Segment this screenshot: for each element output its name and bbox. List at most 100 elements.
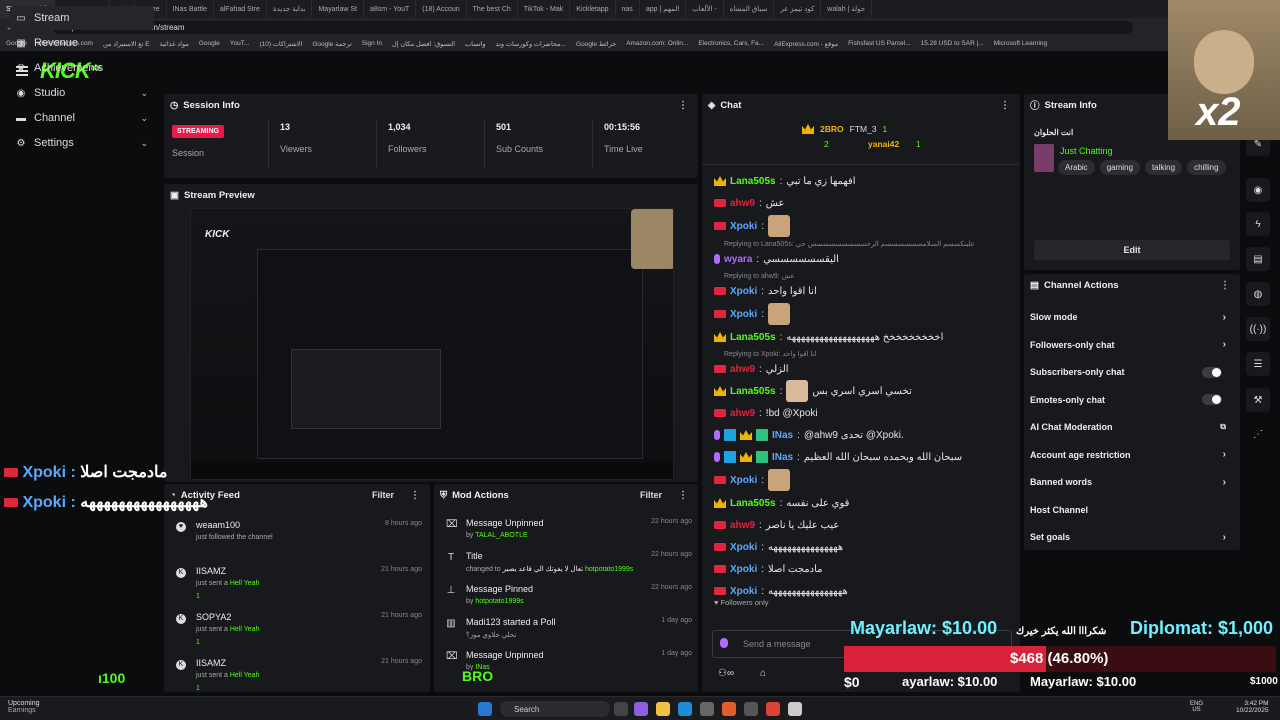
url-input[interactable]: https://dashboard.kick.com/stream [52,20,1133,34]
chat-message[interactable]: Lana505s: قوي على نفسه [714,494,849,512]
browser-tab[interactable]: a8sm - YouT [364,0,417,18]
chat-message[interactable]: ahw9: !bd @Xpoki [714,404,818,422]
chat-username[interactable]: Xpoki [730,586,757,597]
more-icon[interactable]: ⋮ [678,100,688,111]
stream-preview-video[interactable]: KICK [190,208,674,480]
chat-message[interactable]: ahw9: عش [714,194,785,212]
channel-action-emotes-only-chat[interactable]: Emotes-only chat [1030,393,1226,407]
bookmark[interactable]: Electronics, Cars, Fa... [698,40,764,47]
chat-username[interactable]: INas [772,452,793,463]
bookmark[interactable]: Google خرائط [576,40,616,48]
chat-username[interactable]: ahw9 [730,520,755,531]
browser-tab[interactable]: app | المهم [640,0,687,18]
camera-icon[interactable]: ◉ [1246,178,1270,202]
chat-username[interactable]: wyara [724,254,752,265]
broadcast-icon[interactable]: ((·)) [1246,317,1270,341]
sidebar-item-stream[interactable]: ▭ Stream [10,6,154,30]
stream-tag[interactable]: gaming [1099,160,1140,175]
browser-tab[interactable]: Mayarlaw St [312,0,364,18]
chat-message[interactable]: Lana505s: افهمها زي ما تبي [714,172,856,190]
browser-tab[interactable]: walah | جولة [821,0,873,18]
bookmark[interactable]: Fishsfast US Parcel... [848,40,911,47]
browser-tab[interactable]: (18) Accoun [416,0,467,18]
chevron-down-icon[interactable]: ⌄ [140,88,148,99]
wrench-icon[interactable]: ⚒ [1246,388,1270,412]
document-icon[interactable]: ▤ [1246,247,1270,271]
chat-message[interactable]: Xpoki: انا اقوا واحد [714,282,817,300]
browser-tab[interactable]: The best Ch [467,0,518,18]
chat-message[interactable]: Xpoki: [714,215,791,237]
app-icon[interactable] [744,702,758,716]
chat-username[interactable]: ahw9 [730,408,755,419]
sidebar-item-settings[interactable]: ⚙ Settings ⌄ [10,131,154,155]
chat-message[interactable]: Lana505s: تخسي اسري اسري بس [714,380,912,402]
browser-tab[interactable]: الألعاب - [686,0,724,18]
browser-tab[interactable]: TikTok - Mak [518,0,571,18]
chat-message[interactable]: Xpoki: مادمجت اصلا [714,560,823,578]
channel-action-banned-words[interactable]: Banned words › [1030,475,1226,489]
bookmark[interactable]: Amazon.com: Onlin... [626,40,688,47]
channel-action-followers-only-chat[interactable]: Followers-only chat › [1030,338,1226,352]
chrome-icon[interactable] [766,702,780,716]
bookmark[interactable]: Microsoft Learning [994,40,1047,47]
channel-action-ai-chat-moderation[interactable]: AI Chat Moderation ⧉ [1030,420,1226,434]
bookmark[interactable]: Google ترجمة [312,40,351,48]
bookmark[interactable]: Google [199,40,220,47]
chat-bubble-icon[interactable]: ◍ [1246,282,1270,306]
store-icon[interactable] [700,702,714,716]
sidebar-item-revenue[interactable]: ▦ Revenue [10,31,154,55]
chat-message[interactable]: Xpoki: [714,469,791,491]
chat-username[interactable]: Lana505s [730,498,776,509]
chat-username[interactable]: Xpoki [730,542,757,553]
bookmark[interactable]: YouT... [230,40,250,47]
browser-tab[interactable]: بداية جديدة [267,0,313,18]
chat-message[interactable]: Lana505s: اخخخخخخخخخ هههههههههههههههههههه [714,328,943,346]
sidebar-item-studio[interactable]: ◉ Studio ⌄ [10,81,154,105]
mic-icon[interactable] [720,638,728,648]
chat-message[interactable]: Xpoki: [714,303,791,325]
toggle-switch[interactable] [1202,394,1222,405]
browser-tab[interactable]: INas Battle [167,0,214,18]
list-icon[interactable]: ☰ [1246,352,1270,376]
channel-action-set-goals[interactable]: Set goals › [1030,530,1226,544]
bookmark[interactable]: التسوق: افضل مكان إل [392,40,455,48]
activity-user[interactable]: SOPYA2 [196,612,231,622]
sidebar-item-channel[interactable]: ▬ Channel ⌄ [10,106,154,130]
chat-message[interactable]: wyara: اليقسسسسسسي [714,250,839,268]
edit-stream-info-button[interactable]: Edit [1034,240,1230,260]
browser-tab[interactable]: سباق المشاه [724,0,775,18]
taskbar-search[interactable]: Search [500,701,610,717]
emote-icon[interactable]: ⚇∞ [718,668,734,679]
chat-message[interactable]: ahw9: الزلي [714,360,789,378]
chat-message[interactable]: INas: @ahw9 تحدى @Xpoki. [714,426,904,444]
chat-username[interactable]: ahw9 [730,198,755,209]
sidebar-item-achievements[interactable]: ♛ Achievements [10,56,154,80]
activity-user[interactable]: IISAMZ [196,566,226,576]
more-icon[interactable]: ⋮ [410,490,420,501]
chat-username[interactable]: Xpoki [730,309,757,320]
bookmark[interactable]: 15.28 USD to SAR |... [921,40,984,47]
browser-tab[interactable]: Kickletapp [570,0,616,18]
chat-username[interactable]: Xpoki [730,564,757,575]
obs-icon[interactable] [788,702,802,716]
more-icon[interactable]: ⋮ [1000,100,1010,111]
stream-tag[interactable]: Arabic [1058,160,1095,175]
bookmark[interactable]: واتساب [465,40,486,48]
chat-message[interactable]: ahw9: عيب عليك يا ناصر [714,516,839,534]
chevron-down-icon[interactable]: ⌄ [140,113,148,124]
channel-action-account-age-restriction[interactable]: Account age restriction › [1030,448,1226,462]
chat-message[interactable]: Xpoki: هههههههههههههههه [714,538,843,556]
channel-action-subscribers-only-chat[interactable]: Subscribers-only chat [1030,365,1226,379]
chat-username[interactable]: Lana505s [730,332,776,343]
brave-icon[interactable] [722,702,736,716]
lightning-icon[interactable]: ϟ [1246,212,1270,236]
chat-message[interactable]: INas: سبحان الله وبحمده سبحان الله العظيم [714,448,962,466]
clock[interactable]: 3:42 PM 10/22/2025 [1236,700,1269,714]
activity-filter-button[interactable]: Filter [372,490,394,500]
bookmark[interactable]: مواد غذائية [160,40,189,48]
stream-tag[interactable]: talking [1144,160,1183,175]
toggle-switch[interactable] [1202,366,1222,378]
share-icon[interactable]: ⋰ [1246,422,1270,446]
activity-user[interactable]: weaam100 [196,520,240,530]
app-icon[interactable] [634,702,648,716]
